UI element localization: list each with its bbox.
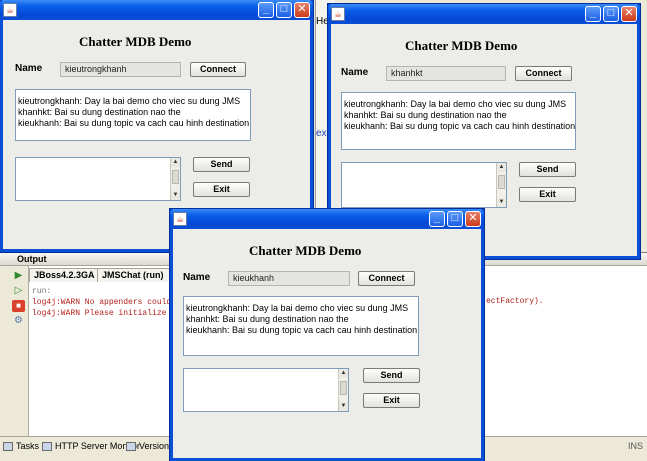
title-bar[interactable]: _ □ ✕ <box>170 209 484 229</box>
close-icon[interactable]: ✕ <box>294 2 310 18</box>
connect-button[interactable]: Connect <box>190 62 246 77</box>
ide-text-fragment: ex <box>316 128 327 139</box>
minimize-icon[interactable]: _ <box>585 6 601 22</box>
name-label: Name <box>15 63 43 74</box>
name-field[interactable]: khanhkt <box>386 66 506 81</box>
scrollbar[interactable]: ▲ ▼ <box>170 158 180 200</box>
minimize-icon[interactable]: _ <box>258 2 274 18</box>
java-icon[interactable]: ☕ <box>3 3 17 17</box>
chat-history[interactable]: kieutrongkhanh: Day la bai demo cho viec… <box>341 92 576 150</box>
status-tasks-label: Tasks <box>16 441 40 451</box>
tab-jboss-label: JBoss4.2.3GA <box>34 270 95 280</box>
maximize-icon[interactable]: □ <box>447 211 463 227</box>
java-icon[interactable]: ☕ <box>331 7 345 21</box>
rerun-alt-icon[interactable]: ▷ <box>12 285 25 297</box>
app-title: Chatter MDB Demo <box>405 38 518 53</box>
scroll-down-icon[interactable]: ▼ <box>497 198 506 207</box>
exit-button[interactable]: Exit <box>363 393 420 408</box>
chat-message: kieutrongkhanh: Day la bai demo cho viec… <box>18 96 241 106</box>
name-label: Name <box>341 67 369 78</box>
status-tasks[interactable]: Tasks <box>3 441 39 451</box>
chat-message: kieutrongkhanh: Day la bai demo cho viec… <box>344 99 567 109</box>
scrollbar[interactable]: ▲ ▼ <box>338 369 348 411</box>
connect-button[interactable]: Connect <box>358 271 415 286</box>
versioning-icon <box>126 441 136 451</box>
chat-message: kieutrongkhanh: Day la bai demo cho viec… <box>186 303 409 313</box>
name-label: Name <box>183 272 211 283</box>
exit-button[interactable]: Exit <box>519 187 576 202</box>
tab-jmschat-label: JMSChat (run) <box>102 270 164 280</box>
message-input[interactable]: ▲ ▼ <box>15 157 181 201</box>
chat-message: kieukhanh: Bai su dung topic va cach cau… <box>18 118 250 128</box>
status-insert-mode: INS <box>627 441 643 451</box>
chat-message: khanhkt: Bai su dung destination nao the <box>186 314 349 324</box>
send-button[interactable]: Send <box>363 368 420 383</box>
scroll-up-icon[interactable]: ▲ <box>171 158 180 167</box>
title-bar[interactable]: _ □ ✕ <box>328 4 640 24</box>
scroll-down-icon[interactable]: ▼ <box>339 402 348 411</box>
tasks-icon <box>3 441 13 451</box>
chat-message: khanhkt: Bai su dung destination nao the <box>344 110 507 120</box>
output-side-toolbar: ▶ ▷ ■ ⚙ <box>0 266 29 437</box>
title-bar[interactable]: _ □ ✕ <box>0 0 313 20</box>
app-title: Chatter MDB Demo <box>79 34 192 49</box>
message-input[interactable]: ▲ ▼ <box>341 162 507 208</box>
console-line-tail: ectFactory). <box>486 297 544 306</box>
maximize-icon[interactable]: □ <box>276 2 292 18</box>
exit-button[interactable]: Exit <box>193 182 250 197</box>
message-input[interactable]: ▲ ▼ <box>183 368 349 412</box>
rerun-icon[interactable]: ▶ <box>12 270 25 282</box>
scroll-down-icon[interactable]: ▼ <box>171 191 180 200</box>
chat-window-3: _ □ ✕ Chatter MDB Demo Name kieukhanh Co… <box>170 209 484 461</box>
scroll-thumb[interactable] <box>340 381 347 395</box>
monitor-icon <box>42 441 52 451</box>
scrollbar[interactable]: ▲ ▼ <box>496 163 506 207</box>
connect-button[interactable]: Connect <box>515 66 572 81</box>
app-title: Chatter MDB Demo <box>249 243 362 258</box>
ide-menu-fragment[interactable]: He <box>316 16 329 27</box>
close-icon[interactable]: ✕ <box>465 211 481 227</box>
stop-icon[interactable]: ■ <box>12 300 25 312</box>
maximize-icon[interactable]: □ <box>603 6 619 22</box>
send-button[interactable]: Send <box>193 157 250 172</box>
tab-jmschat-run[interactable]: JMSChat (run)× <box>97 268 180 282</box>
window-content: Chatter MDB Demo Name kieukhanh Connect … <box>173 229 481 458</box>
chat-message: khanhkt: Bai su dung destination nao the <box>18 107 181 117</box>
name-field[interactable]: kieutrongkhanh <box>60 62 181 77</box>
close-icon[interactable]: ✕ <box>621 6 637 22</box>
name-field[interactable]: kieukhanh <box>228 271 350 286</box>
options-icon[interactable]: ⚙ <box>12 315 25 327</box>
scroll-up-icon[interactable]: ▲ <box>339 369 348 378</box>
minimize-icon[interactable]: _ <box>429 211 445 227</box>
send-button[interactable]: Send <box>519 162 576 177</box>
chat-message: kieukhanh: Bai su dung topic va cach cau… <box>186 325 418 335</box>
chat-history[interactable]: kieutrongkhanh: Day la bai demo cho viec… <box>15 89 251 141</box>
chat-history[interactable]: kieutrongkhanh: Day la bai demo cho viec… <box>183 296 419 356</box>
java-icon[interactable]: ☕ <box>173 212 187 226</box>
scroll-up-icon[interactable]: ▲ <box>497 163 506 172</box>
scroll-thumb[interactable] <box>172 170 179 184</box>
scroll-thumb[interactable] <box>498 175 505 189</box>
chat-message: kieukhanh: Bai su dung topic va cach cau… <box>344 121 576 131</box>
